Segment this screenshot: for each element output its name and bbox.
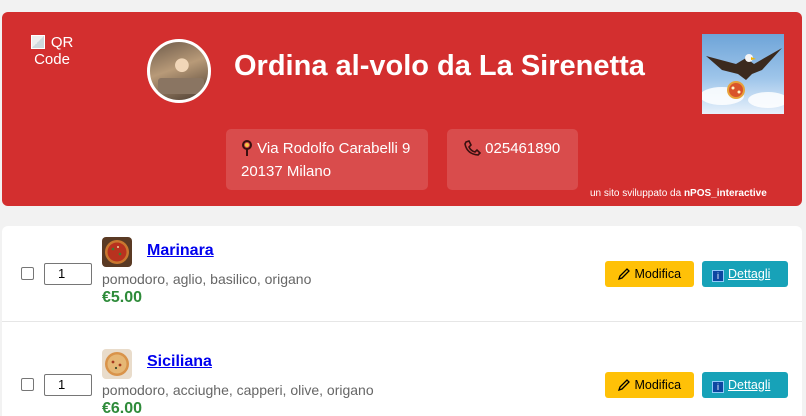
- menu-item: 1 Siciliana pomodoro, acciughe, capperi,…: [2, 321, 802, 416]
- menu-list: 1 Marinara pomodoro, aglio, basilico, or…: [2, 226, 802, 416]
- item-price: €5.00: [102, 289, 143, 306]
- item-description: pomodoro, acciughe, capperi, olive, orig…: [102, 382, 374, 398]
- details-label: Dettagli: [728, 267, 771, 281]
- qr-code-image: QR Code: [22, 34, 82, 74]
- restaurant-photo: [147, 39, 211, 103]
- credit-prefix: un sito sviluppato da: [590, 188, 682, 199]
- pencil-icon: [617, 267, 634, 281]
- info-icon: i: [712, 381, 724, 393]
- info-icon: i: [712, 270, 724, 282]
- quantity-input[interactable]: 1: [44, 374, 92, 396]
- details-button[interactable]: i Dettagli: [702, 261, 788, 287]
- phone-icon: [463, 140, 485, 157]
- item-name-link[interactable]: Siciliana: [147, 353, 212, 371]
- page-title: Ordina al-volo da La Sirenetta: [234, 50, 645, 82]
- modify-label: Modifica: [634, 378, 682, 392]
- broken-image-icon: [30, 35, 45, 49]
- pencil-icon: [617, 378, 634, 392]
- pizza-thumbnail: [102, 237, 132, 267]
- phone-box[interactable]: 025461890: [447, 129, 578, 190]
- address-box: Via Rodolfo Carabelli 9 20137 Milano: [226, 129, 428, 190]
- modify-label: Modifica: [634, 267, 682, 281]
- developer-credit: un sito sviluppato da nPOS_interactive: [590, 188, 767, 199]
- item-price: €6.00: [102, 400, 143, 416]
- credit-brand-link[interactable]: nPOS_interactive: [684, 188, 767, 199]
- map-pin-icon: [241, 140, 257, 157]
- restaurant-header: QR Code Ordina al-volo da La Sirenetta V…: [2, 12, 802, 206]
- details-button[interactable]: i Dettagli: [702, 372, 788, 398]
- phone-number: 025461890: [485, 140, 561, 157]
- item-name-link[interactable]: Marinara: [147, 242, 214, 260]
- address-street: Via Rodolfo Carabelli 9: [257, 140, 411, 157]
- details-label: Dettagli: [728, 378, 771, 392]
- menu-item: 1 Marinara pomodoro, aglio, basilico, or…: [2, 226, 802, 336]
- pizza-thumbnail: [102, 349, 132, 379]
- select-item-checkbox[interactable]: [21, 267, 34, 280]
- modify-button[interactable]: Modifica: [605, 261, 694, 287]
- select-item-checkbox[interactable]: [21, 378, 34, 391]
- modify-button[interactable]: Modifica: [605, 372, 694, 398]
- quantity-input[interactable]: 1: [44, 263, 92, 285]
- eagle-pizza-logo: [702, 34, 784, 114]
- item-description: pomodoro, aglio, basilico, origano: [102, 271, 312, 287]
- address-city: 20137 Milano: [241, 163, 332, 180]
